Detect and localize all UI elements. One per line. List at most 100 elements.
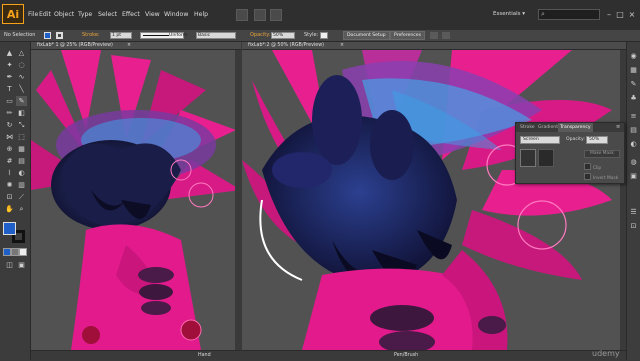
menu-type[interactable]: Type: [78, 11, 92, 18]
menu-view[interactable]: View: [145, 11, 160, 18]
artboards-panel-icon[interactable]: ⊡: [628, 220, 639, 231]
graphic-styles-panel-icon[interactable]: ▣: [628, 170, 639, 181]
color-mode-icon[interactable]: [3, 248, 11, 256]
rectangle-tool-icon[interactable]: ▭: [4, 96, 15, 106]
document-setup-button[interactable]: Document Setup: [343, 31, 390, 40]
appearance-panel-icon[interactable]: ◍: [628, 156, 639, 167]
stock-button[interactable]: [254, 9, 266, 21]
color-panel-icon[interactable]: ◉: [628, 50, 639, 61]
close-tab-icon[interactable]: ×: [340, 42, 344, 50]
eraser-tool-icon[interactable]: ◧: [16, 108, 27, 118]
selection-tool-icon[interactable]: ▲: [4, 48, 15, 58]
menu-help[interactable]: Help: [194, 11, 208, 18]
panel-opacity-label: Opacity:: [566, 137, 585, 142]
transparency-panel: Stroke Gradient Transparency ≡ Screen Op…: [515, 122, 625, 184]
menu-edit[interactable]: Edit: [39, 11, 51, 18]
menu-effect[interactable]: Effect: [122, 11, 140, 18]
direct-selection-tool-icon[interactable]: △: [16, 48, 27, 58]
brushes-panel-icon[interactable]: ✎: [628, 78, 639, 89]
magic-wand-tool-icon[interactable]: ✦: [4, 60, 15, 70]
artboard-canvas-1[interactable]: [31, 50, 241, 350]
gradient-tool-icon[interactable]: ▤: [16, 156, 27, 166]
stroke-panel-icon[interactable]: ≡: [628, 110, 639, 121]
symbol-sprayer-tool-icon[interactable]: ✺: [4, 180, 15, 190]
workspace-switcher[interactable]: Essentials ▾: [493, 11, 525, 17]
rotate-tool-icon[interactable]: ↻: [4, 120, 15, 130]
invert-mask-checkbox[interactable]: Invert Mask: [584, 173, 618, 181]
screen-mode-icon[interactable]: ▣: [16, 260, 27, 270]
stroke-weight-field[interactable]: 1 pt: [110, 32, 132, 39]
close-tab-icon[interactable]: ×: [127, 42, 131, 50]
stroke-swatch[interactable]: [56, 32, 63, 39]
zoom-tool-icon[interactable]: ⌕: [16, 204, 27, 214]
type-tool-icon[interactable]: T: [4, 84, 15, 94]
hand-tool-icon[interactable]: ✋: [4, 204, 15, 214]
fill-swatch[interactable]: [44, 32, 51, 39]
document-tab-2[interactable]: fixLab*:2 @ 50% (RGB/Preview) ×: [242, 42, 626, 50]
make-mask-button[interactable]: Make Mask: [584, 150, 620, 158]
search-field[interactable]: ⌕: [538, 9, 600, 20]
shape-builder-tool-icon[interactable]: ⊕: [4, 144, 15, 154]
stroke-label[interactable]: Stroke:: [82, 31, 100, 40]
layers-panel-icon[interactable]: ☰: [628, 206, 639, 217]
clip-checkbox[interactable]: Clip: [584, 163, 601, 171]
menu-window[interactable]: Window: [164, 11, 188, 18]
perspective-grid-tool-icon[interactable]: ▦: [16, 144, 27, 154]
selection-status: No Selection: [4, 32, 36, 38]
width-tool-icon[interactable]: ⋈: [4, 132, 15, 142]
slice-tool-icon[interactable]: ⟋: [16, 192, 27, 202]
bridge-button[interactable]: [236, 9, 248, 21]
fill-color-icon[interactable]: [3, 222, 16, 235]
align-icon[interactable]: [442, 32, 450, 39]
mask-thumbnail[interactable]: [538, 149, 554, 167]
brush-definition[interactable]: Basic: [196, 32, 236, 39]
maximize-icon[interactable]: □: [615, 9, 625, 19]
preferences-button[interactable]: Preferences: [390, 31, 426, 40]
document-tab-1[interactable]: fixLab* 1 @ 25% (RGB/Preview) ×: [31, 42, 241, 50]
panel-menu-icon[interactable]: ≡: [616, 124, 620, 130]
eyedropper-tool-icon[interactable]: ⌇: [4, 168, 15, 178]
swatches-panel-icon[interactable]: ▦: [628, 64, 639, 75]
menu-select[interactable]: Select: [98, 11, 117, 18]
tab-transparency[interactable]: Transparency: [558, 123, 593, 132]
paintbrush-tool-icon[interactable]: ✎: [16, 96, 27, 106]
clip-label: Clip: [593, 166, 602, 171]
gradient-mode-icon[interactable]: [11, 248, 19, 256]
tab-stroke[interactable]: Stroke: [518, 123, 537, 132]
blend-tool-icon[interactable]: ◐: [16, 168, 27, 178]
graph-tool-icon[interactable]: ▥: [16, 180, 27, 190]
arrange-icon[interactable]: [430, 32, 438, 39]
minimize-icon[interactable]: –: [604, 9, 614, 19]
line-tool-icon[interactable]: ╲: [16, 84, 27, 94]
object-thumbnail: [520, 149, 536, 167]
panel-opacity-field[interactable]: 50%: [586, 136, 608, 144]
tab-gradient[interactable]: Gradient: [536, 123, 560, 132]
blend-mode-select[interactable]: Screen: [520, 136, 560, 144]
draw-mode-icon[interactable]: ◫: [4, 260, 15, 270]
graphic-style-swatch[interactable]: [320, 32, 328, 39]
symbols-panel-icon[interactable]: ♣: [628, 92, 639, 103]
vertical-scrollbar-1[interactable]: [235, 50, 241, 350]
pencil-tool-icon[interactable]: ✏: [4, 108, 15, 118]
artboard-canvas-2[interactable]: [242, 50, 626, 350]
menu-object[interactable]: Object: [54, 11, 74, 18]
panel-dock: ◉ ▦ ✎ ♣ ≡ ▤ ◐ ◍ ▣ ☰ ⊡: [626, 42, 640, 360]
lasso-tool-icon[interactable]: ◌: [16, 60, 27, 70]
artboard-tool-icon[interactable]: ⊡: [4, 192, 15, 202]
opacity-label[interactable]: Opacity:: [250, 31, 271, 40]
gradient-panel-icon[interactable]: ▤: [628, 124, 639, 135]
artwork-monster-2: [242, 50, 612, 350]
opacity-field[interactable]: 50%: [271, 32, 295, 39]
scale-tool-icon[interactable]: ⤡: [16, 120, 27, 130]
pen-tool-icon[interactable]: ✒: [4, 72, 15, 82]
arrange-documents-button[interactable]: [270, 9, 282, 21]
curvature-tool-icon[interactable]: ∿: [16, 72, 27, 82]
mesh-tool-icon[interactable]: #: [4, 156, 15, 166]
variable-width-profile[interactable]: Uniform: [140, 32, 187, 39]
transparency-panel-icon[interactable]: ◐: [628, 138, 639, 149]
none-mode-icon[interactable]: [19, 248, 27, 256]
menu-file[interactable]: File: [28, 11, 38, 18]
watermark: udemy: [592, 349, 620, 358]
free-transform-tool-icon[interactable]: ⬚: [16, 132, 27, 142]
close-icon[interactable]: ×: [627, 9, 637, 19]
